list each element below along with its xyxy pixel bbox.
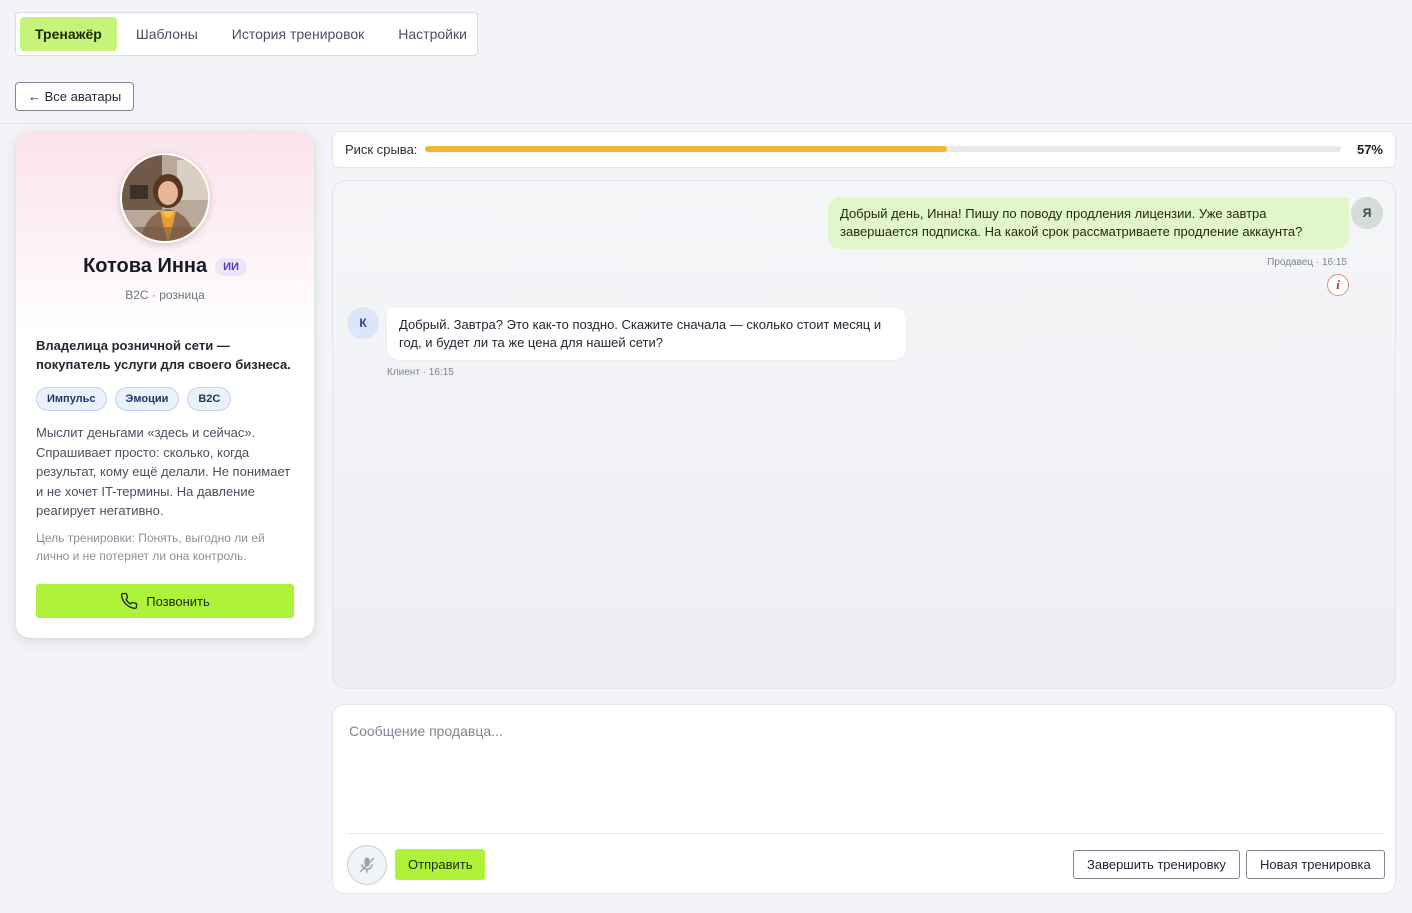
client-message-meta: Клиент · 16:15	[387, 367, 454, 378]
all-avatars-back-button[interactable]: ← Все аватары	[15, 82, 135, 111]
microphone-off-icon	[359, 857, 375, 873]
tab-templates[interactable]: Шаблоны	[121, 17, 213, 51]
call-button-label: Позвонить	[146, 593, 210, 609]
main-tabs: Тренажёр Шаблоны История тренировок Наст…	[15, 12, 478, 56]
chat-window: Я Добрый день, Инна! Пишу по поводу прод…	[332, 180, 1396, 689]
microphone-button[interactable]	[347, 845, 387, 885]
avatar-description: Мыслит деньгами «здесь и сейчас». Спраши…	[36, 425, 291, 518]
avatar-photo-image	[122, 155, 208, 241]
message-input[interactable]	[334, 706, 1394, 832]
avatar-tags: Импульс Эмоции B2C	[36, 387, 232, 411]
avatar-segment: B2C · розница	[125, 288, 205, 302]
phone-icon	[121, 592, 138, 610]
seller-avatar: Я	[1351, 197, 1383, 229]
tab-trainer[interactable]: Тренажёр	[20, 17, 117, 51]
seller-message-meta: Продавец · 16:15	[1267, 257, 1347, 268]
avatar-profile-card: Котова Инна ИИ B2C · розница Владелица р…	[16, 131, 314, 638]
risk-panel: Риск срыва: 57%	[332, 131, 1396, 168]
avatar-name: Котова Инна	[83, 255, 208, 277]
finish-training-button[interactable]: Завершить тренировку	[1073, 850, 1240, 879]
call-button[interactable]: Позвонить	[36, 584, 294, 618]
header-divider	[0, 123, 1412, 124]
tab-settings[interactable]: Настройки	[383, 17, 482, 51]
new-training-button[interactable]: Новая тренировка	[1246, 850, 1385, 879]
tag-impulse: Импульс	[36, 387, 107, 411]
send-button[interactable]: Отправить	[395, 849, 486, 880]
client-message: Добрый. Завтра? Это как-то поздно. Скажи…	[387, 308, 906, 360]
risk-value: 57%	[1356, 142, 1383, 157]
tag-b2c: B2C	[187, 387, 232, 411]
avatar-photo	[120, 153, 210, 243]
risk-progress-track	[425, 146, 1341, 152]
info-icon[interactable]: i	[1327, 274, 1349, 296]
tab-history[interactable]: История тренировок	[217, 17, 379, 51]
message-composer: Отправить Завершить тренировку Новая тре…	[332, 704, 1396, 894]
risk-progress-fill	[425, 146, 948, 152]
training-goal: Цель тренировки: Понять, выгодно ли ей л…	[36, 531, 265, 563]
tag-emotions: Эмоции	[114, 387, 180, 411]
avatar-name-row: Котова Инна ИИ	[16, 255, 314, 278]
client-avatar: К	[347, 307, 379, 339]
composer-divider	[347, 833, 1383, 834]
avatar-role: Владелица розничной сети — покупатель ус…	[36, 338, 291, 372]
ai-badge: ИИ	[215, 257, 247, 276]
risk-label: Риск срыва:	[345, 142, 418, 157]
seller-message: Добрый день, Инна! Пишу по поводу продле…	[828, 197, 1349, 249]
